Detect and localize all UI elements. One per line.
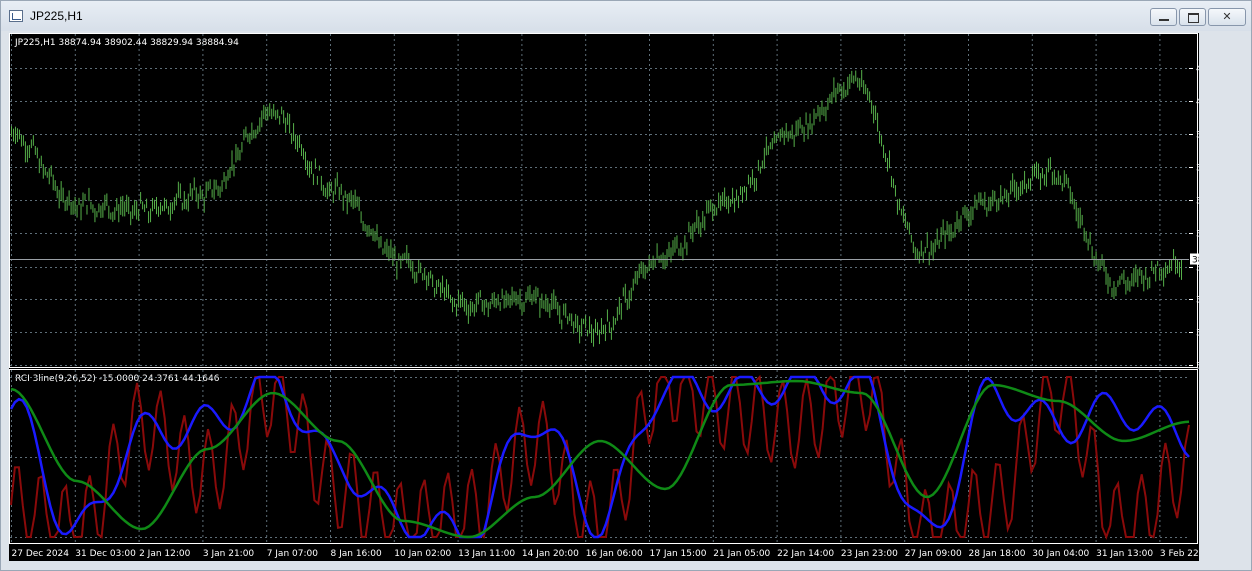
current-price-label: 38884.94 (1192, 256, 1199, 266)
x-tick-label: 21 Jan 05:00 (713, 549, 770, 559)
price-y-tick-label: 38006.60 (1196, 362, 1199, 372)
x-tick-label: 23 Jan 23:00 (841, 549, 898, 559)
x-tick-label: 27 Jan 09:00 (905, 549, 962, 559)
rci-panel-frame (9, 369, 1198, 544)
price-y-tick-label: 38277.20 (1196, 329, 1199, 339)
x-tick-label: 14 Jan 20:00 (522, 549, 579, 559)
x-tick-label: 13 Jan 11:00 (458, 549, 515, 559)
price-y-tick-label: 39917.20 (1196, 131, 1199, 141)
price-y-tick-label: 40458.40 (1196, 65, 1199, 75)
x-tick-label: 7 Jan 07:00 (267, 549, 319, 559)
price-panel-header: JP225,H1 38874.94 38902.44 38829.94 3888… (14, 38, 239, 48)
x-tick-label: 28 Jan 18:00 (969, 549, 1026, 559)
x-tick-label: 22 Jan 14:00 (777, 549, 834, 559)
x-tick-label: 2 Jan 12:00 (139, 549, 191, 559)
close-button[interactable]: ✕ (1208, 8, 1246, 26)
price-y-tick-label: 39638.40 (1196, 164, 1199, 174)
x-tick-label: 17 Jan 15:00 (650, 549, 707, 559)
x-tick-label: 27 Dec 2024 (12, 549, 70, 559)
x-tick-label: 10 Jan 02:00 (394, 549, 451, 559)
title-bar[interactable]: JP225,H1 ✕ (1, 1, 1251, 31)
chart-area[interactable]: JP225,H1 38874.94 38902.44 38829.94 3888… (9, 33, 1239, 561)
x-tick-label: 8 Jan 16:00 (331, 549, 383, 559)
price-y-tick-label: 39097.20 (1196, 230, 1199, 240)
x-tick-label: 3 Feb 22:00 (1160, 549, 1199, 559)
x-tick-label: 3 Jan 21:00 (203, 549, 255, 559)
price-y-tick-label: 38547.80 (1196, 296, 1199, 306)
x-tick-label: 31 Dec 03:00 (75, 549, 136, 559)
chart-window-icon (9, 10, 23, 22)
maximize-button[interactable] (1179, 8, 1206, 26)
x-tick-label: 31 Jan 13:00 (1096, 549, 1153, 559)
rci-panel-header: RCI 3line(9,26,52) -15.0000 24.3761 44.1… (15, 374, 220, 384)
window-title: JP225,H1 (30, 9, 83, 23)
price-y-tick-label: 40187.80 (1196, 98, 1199, 108)
minimize-button[interactable] (1150, 8, 1177, 26)
x-tick-label: 30 Jan 04:00 (1032, 549, 1089, 559)
chart-window: JP225,H1 ✕ JP225,H1 38874.94 38902.44 38… (0, 0, 1252, 571)
close-icon: ✕ (1222, 10, 1232, 23)
chart-svg: JP225,H1 38874.94 38902.44 38829.94 3888… (9, 33, 1239, 559)
price-y-tick-label: 39367.80 (1196, 197, 1199, 207)
x-tick-label: 16 Jan 06:00 (586, 549, 643, 559)
price-panel-frame (9, 33, 1198, 368)
